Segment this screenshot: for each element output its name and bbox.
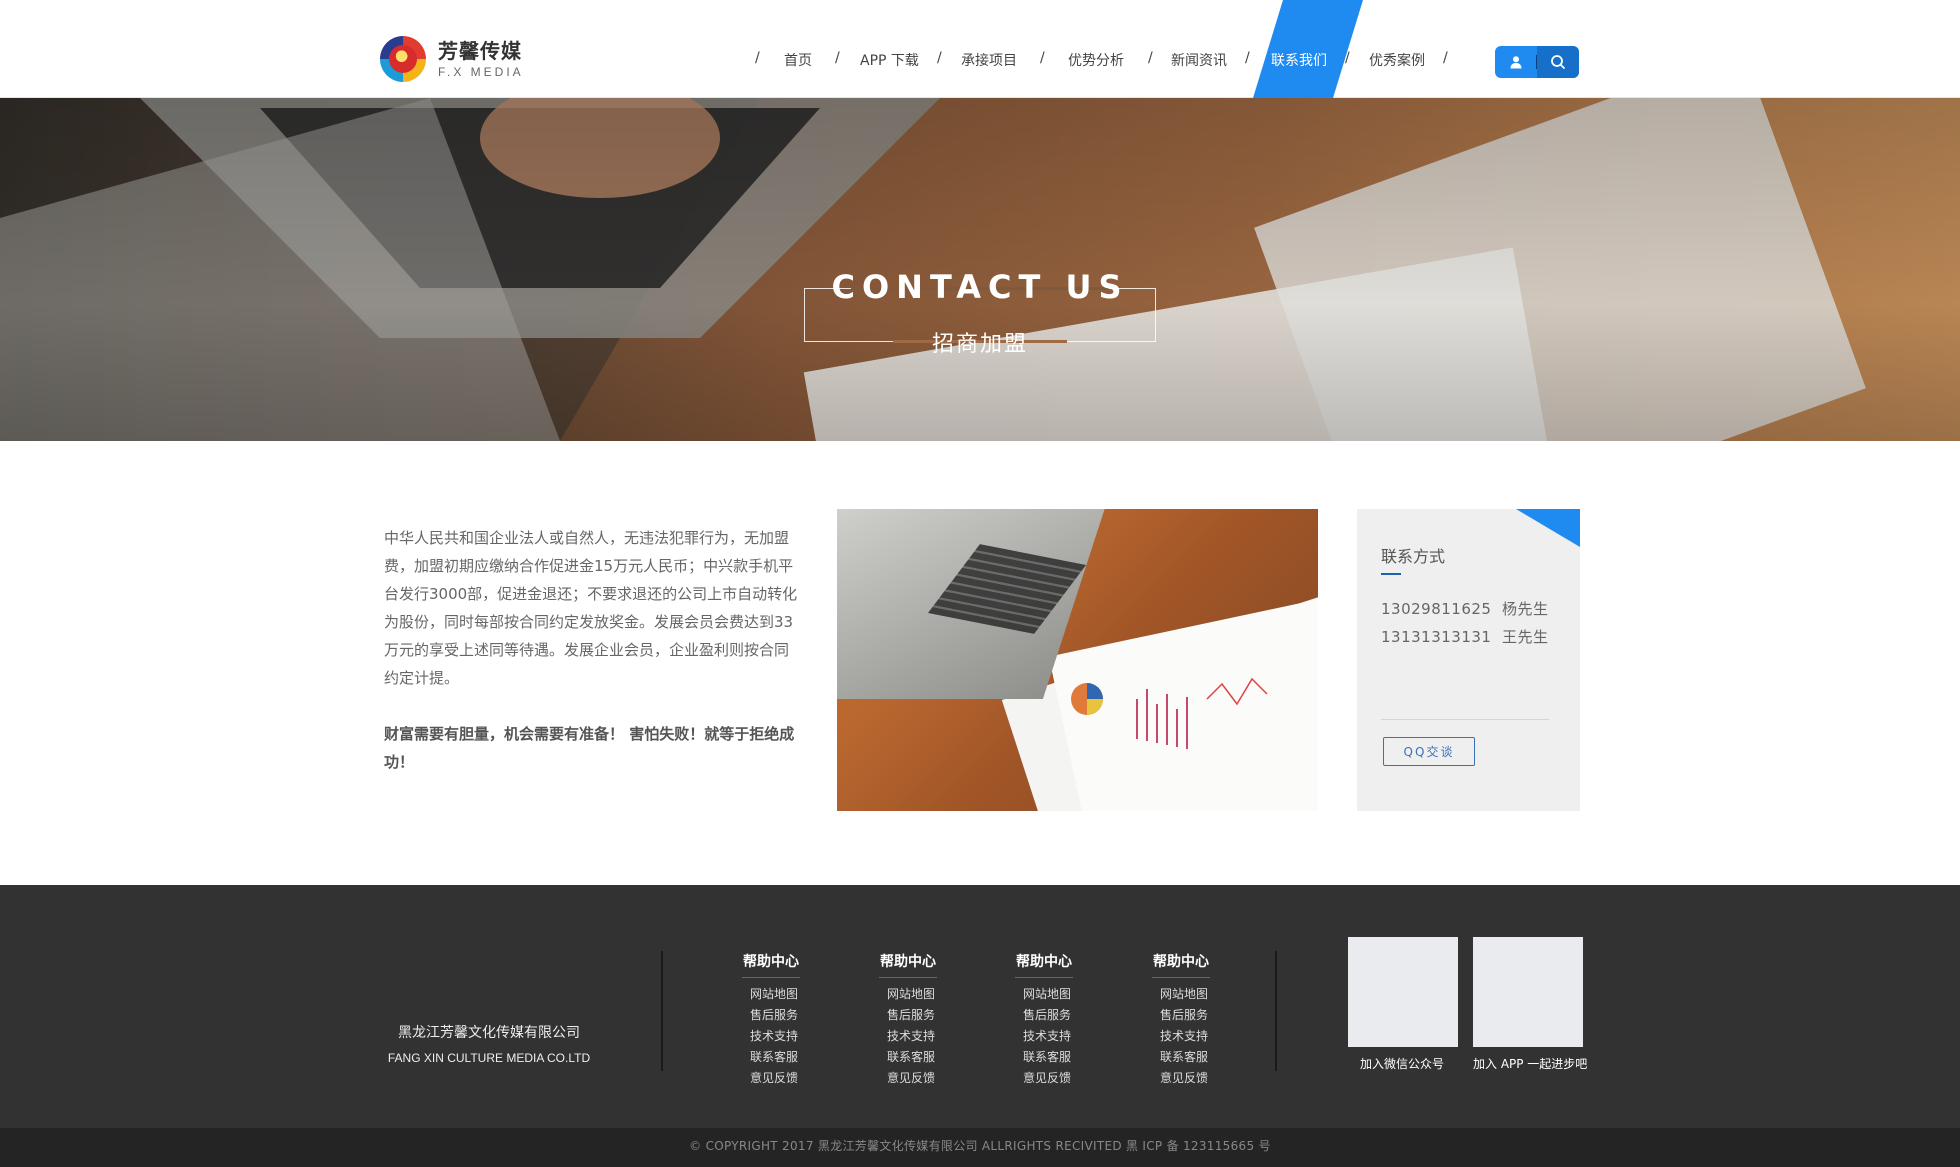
banner-title-en: CONTACT US [831,268,1129,306]
join-description: 中华人民共和国企业法人或自然人，无违法犯罪行为，无加盟费，加盟初期应缴纳合作促进… [384,529,798,687]
nav-separator: / [937,50,942,66]
nav-separator: / [1040,50,1045,66]
contact-card: 联系方式 13029811625 杨先生 13131313131 王先生 QQ交… [1357,509,1580,811]
footer-link-sitemap[interactable]: 网站地图 [887,984,969,1005]
footer-link-feedback[interactable]: 意见反馈 [887,1068,969,1089]
office-photo [837,509,1318,811]
user-icon [1510,56,1522,69]
nav-separator: / [755,50,760,66]
footer-link-after-sales[interactable]: 售后服务 [887,1005,969,1026]
phone-number[interactable]: 13029811625 [1381,600,1491,618]
phone-number[interactable]: 13131313131 [1381,628,1491,646]
footer-link-customer-service[interactable]: 联系客服 [1160,1047,1242,1068]
nav-item-app-download[interactable]: APP 下载 [860,50,919,70]
contact-phone-row: 13029811625 杨先生 [1381,598,1549,619]
app-qr-code [1473,937,1583,1047]
footer-link-after-sales[interactable]: 售后服务 [1023,1005,1105,1026]
nav-active-indicator [1253,0,1363,98]
footer-link-tech-support[interactable]: 技术支持 [887,1026,969,1047]
nav-item-cases[interactable]: 优秀案例 [1369,50,1425,70]
footer-link-after-sales[interactable]: 售后服务 [1160,1005,1242,1026]
nav-item-home[interactable]: 首页 [784,50,812,70]
help-column: 帮助中心 网站地图 售后服务 技术支持 联系客服 意见反馈 [879,951,969,1089]
footer-company-en: FANG XIN CULTURE MEDIA CO.LTD [387,1051,591,1065]
nav-separator: / [1148,50,1153,66]
banner-title: CONTACT US 招商加盟 [804,268,1156,368]
banner-title-cn: 招商加盟 [931,332,1028,357]
footer-link-customer-service[interactable]: 联系客服 [887,1047,969,1068]
logo-en-text: F.X MEDIA [438,64,524,79]
search-button[interactable] [1537,46,1579,78]
footer-link-sitemap[interactable]: 网站地图 [1160,984,1242,1005]
nav-separator: / [835,50,840,66]
logo-cn-text: 芳馨传媒 [438,38,522,63]
contact-card-title: 联系方式 [1381,547,1446,566]
search-icon [1551,55,1565,69]
header-icon-group [1495,46,1579,78]
contact-banner: CONTACT US 招商加盟 [0,98,1960,441]
copyright-bar: © COPYRIGHT 2017 黑龙江芳馨文化传媒有限公司 ALLRIGHTS… [0,1128,1960,1167]
footer-divider [1275,951,1277,1071]
wechat-qr-code [1348,937,1458,1047]
footer-link-tech-support[interactable]: 技术支持 [1023,1026,1105,1047]
nav-separator: / [1443,50,1448,66]
wechat-qr-caption: 加入微信公众号 [1360,1057,1445,1071]
nav-item-projects[interactable]: 承接项目 [961,50,1017,70]
footer-divider [661,951,663,1071]
card-corner-accent [1516,509,1580,547]
site-footer: 黑龙江芳馨文化传媒有限公司 FANG XIN CULTURE MEDIA CO.… [0,885,1960,1128]
site-header: 芳馨传媒 F.X MEDIA / 首页 / APP 下载 / 承接项目 / 优势… [0,0,1960,98]
footer-link-customer-service[interactable]: 联系客服 [1023,1047,1105,1068]
footer-link-feedback[interactable]: 意见反馈 [1160,1068,1242,1089]
logo[interactable]: 芳馨传媒 F.X MEDIA [380,36,524,82]
footer-link-sitemap[interactable]: 网站地图 [750,984,832,1005]
contact-name: 杨先生 [1502,600,1549,618]
help-column: 帮助中心 网站地图 售后服务 技术支持 联系客服 意见反馈 [1015,951,1105,1089]
help-column: 帮助中心 网站地图 售后服务 技术支持 联系客服 意见反馈 [1152,951,1242,1089]
help-column: 帮助中心 网站地图 售后服务 技术支持 联系客服 意见反馈 [742,951,832,1089]
help-column-title: 帮助中心 [1152,951,1210,978]
qq-chat-button[interactable]: QQ交谈 [1383,737,1475,766]
nav-item-news[interactable]: 新闻资讯 [1171,50,1227,70]
contact-phone-row: 13131313131 王先生 [1381,626,1549,647]
join-slogan: 财富需要有胆量，机会需要有准备！ 害怕失败！就等于拒绝成功！ [384,725,795,771]
nav-item-advantages[interactable]: 优势分析 [1068,50,1124,70]
footer-link-feedback[interactable]: 意见反馈 [1023,1068,1105,1089]
nav-separator: / [1345,50,1350,66]
nav-item-contact[interactable]: 联系我们 [1271,50,1327,70]
help-column-title: 帮助中心 [1015,951,1073,978]
footer-link-customer-service[interactable]: 联系客服 [750,1047,832,1068]
footer-link-tech-support[interactable]: 技术支持 [750,1026,832,1047]
logo-mark-icon [380,36,426,82]
user-button[interactable] [1495,46,1537,78]
help-column-title: 帮助中心 [879,951,937,978]
contact-name: 王先生 [1502,628,1549,646]
footer-company-cn: 黑龙江芳馨文化传媒有限公司 [398,1025,580,1041]
footer-link-after-sales[interactable]: 售后服务 [750,1005,832,1026]
footer-link-feedback[interactable]: 意见反馈 [750,1068,832,1089]
chart-illustration [1071,677,1268,749]
footer-link-tech-support[interactable]: 技术支持 [1160,1026,1242,1047]
footer-link-sitemap[interactable]: 网站地图 [1023,984,1105,1005]
help-column-title: 帮助中心 [742,951,800,978]
nav-separator: / [1245,50,1250,66]
app-qr-caption: 加入 APP 一起进步吧 [1473,1057,1588,1071]
